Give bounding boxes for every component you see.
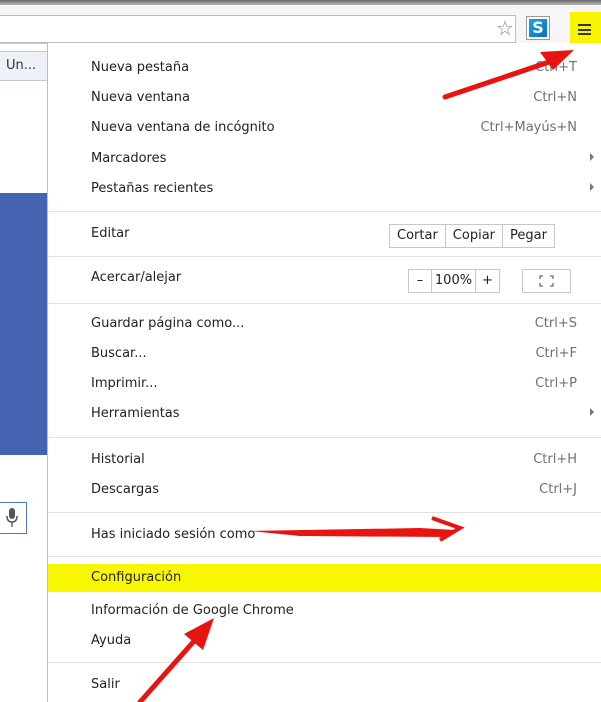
- page-tab-label: Un...: [6, 58, 37, 73]
- menu-item-label: Historial: [91, 452, 145, 467]
- menu-item-shortcut: Ctrl+T: [535, 60, 577, 75]
- hamburger-menu-icon: [578, 24, 591, 35]
- zoom-level-value: 100%: [432, 269, 476, 293]
- menu-item-help[interactable]: Ayuda: [48, 626, 601, 656]
- menu-item-incognito[interactable]: Nueva ventana de incógnito Ctrl+Mayús+N: [48, 113, 601, 143]
- zoom-in-button[interactable]: +: [476, 269, 500, 293]
- copy-button[interactable]: Copiar: [445, 224, 504, 248]
- menu-item-new-window[interactable]: Nueva ventana Ctrl+N: [48, 83, 601, 113]
- menu-item-label: Información de Google Chrome: [91, 603, 294, 618]
- menu-item-label: Pestañas recientes: [91, 181, 214, 196]
- menu-item-label: Ayuda: [91, 633, 132, 648]
- menu-item-label: Guardar página como...: [91, 316, 245, 331]
- menu-item-label: Configuración: [91, 570, 182, 585]
- menu-item-signed-in[interactable]: Has iniciado sesión como: [48, 520, 601, 550]
- menu-separator: [48, 512, 601, 513]
- menu-item-label: Has iniciado sesión como: [91, 527, 256, 542]
- menu-item-label: Editar: [91, 226, 130, 241]
- submenu-arrow-icon: [590, 183, 594, 191]
- menu-item-print[interactable]: Imprimir... Ctrl+P: [48, 369, 601, 399]
- menu-item-about[interactable]: Información de Google Chrome: [48, 596, 601, 626]
- menu-separator: [48, 211, 601, 212]
- fullscreen-button[interactable]: [522, 269, 571, 293]
- menu-item-label: Nueva ventana: [91, 90, 190, 105]
- menu-item-zoom: Acercar/alejar – 100% +: [48, 263, 601, 297]
- chrome-main-menu: Nueva pestaña Ctrl+T Nueva ventana Ctrl+…: [47, 43, 601, 702]
- menu-item-find[interactable]: Buscar... Ctrl+F: [48, 339, 601, 369]
- menu-item-downloads[interactable]: Descargas Ctrl+J: [48, 475, 601, 505]
- menu-separator: [48, 303, 601, 304]
- menu-item-label: Salir: [91, 677, 120, 692]
- menu-item-history[interactable]: Historial Ctrl+H: [48, 445, 601, 475]
- zoom-out-button[interactable]: –: [408, 269, 432, 293]
- menu-item-edit: Editar Cortar Copiar Pegar: [48, 219, 601, 253]
- menu-item-recent-tabs[interactable]: Pestañas recientes: [48, 174, 601, 204]
- menu-item-new-tab[interactable]: Nueva pestaña Ctrl+T: [48, 53, 601, 83]
- menu-separator: [48, 662, 601, 663]
- menu-item-label: Nueva pestaña: [91, 60, 190, 75]
- address-bar[interactable]: [0, 15, 516, 43]
- menu-item-label: Herramientas: [91, 406, 180, 421]
- menu-item-label: Descargas: [91, 482, 160, 497]
- menu-item-shortcut: Ctrl+N: [533, 90, 577, 105]
- menu-item-label: Nueva ventana de incógnito: [91, 120, 275, 135]
- star-icon[interactable]: ☆: [494, 17, 516, 39]
- menu-separator: [48, 437, 601, 438]
- page-tab[interactable]: Un...: [0, 51, 48, 81]
- menu-item-tools[interactable]: Herramientas: [48, 399, 601, 429]
- cut-button[interactable]: Cortar: [389, 224, 446, 248]
- submenu-arrow-icon: [590, 408, 594, 416]
- extension-icon: S: [529, 19, 547, 37]
- menu-item-shortcut: Ctrl+F: [535, 346, 577, 361]
- microphone-icon: [6, 508, 18, 527]
- menu-item-shortcut: Ctrl+H: [533, 452, 577, 467]
- submenu-arrow-icon: [590, 153, 594, 161]
- menu-item-label: Acercar/alejar: [91, 270, 182, 285]
- fullscreen-icon: [539, 275, 554, 287]
- menu-item-label: Buscar...: [91, 346, 147, 361]
- menu-item-shortcut: Ctrl+S: [534, 316, 577, 331]
- menu-item-bookmarks[interactable]: Marcadores: [48, 144, 601, 174]
- menu-item-shortcut: Ctrl+Mayús+N: [480, 120, 577, 135]
- browser-toolbar: ☆ S: [0, 5, 601, 46]
- extension-button[interactable]: S: [526, 16, 550, 40]
- chrome-menu-button[interactable]: [570, 12, 601, 46]
- menu-item-label: Marcadores: [91, 151, 167, 166]
- paste-button[interactable]: Pegar: [503, 224, 555, 248]
- menu-item-settings[interactable]: Configuración: [48, 564, 601, 592]
- menu-item-save-page[interactable]: Guardar página como... Ctrl+S: [48, 309, 601, 339]
- menu-separator: [48, 556, 601, 557]
- menu-item-shortcut: Ctrl+P: [535, 376, 577, 391]
- menu-item-shortcut: Ctrl+J: [539, 482, 577, 497]
- page-blue-panel: [0, 193, 47, 455]
- menu-item-exit[interactable]: Salir: [48, 670, 601, 700]
- menu-item-label: Imprimir...: [91, 376, 158, 391]
- voice-search-button[interactable]: [0, 502, 27, 534]
- menu-separator: [48, 256, 601, 257]
- zoom-control: – 100% +: [408, 269, 500, 293]
- edit-button-group: Cortar Copiar Pegar: [389, 224, 555, 248]
